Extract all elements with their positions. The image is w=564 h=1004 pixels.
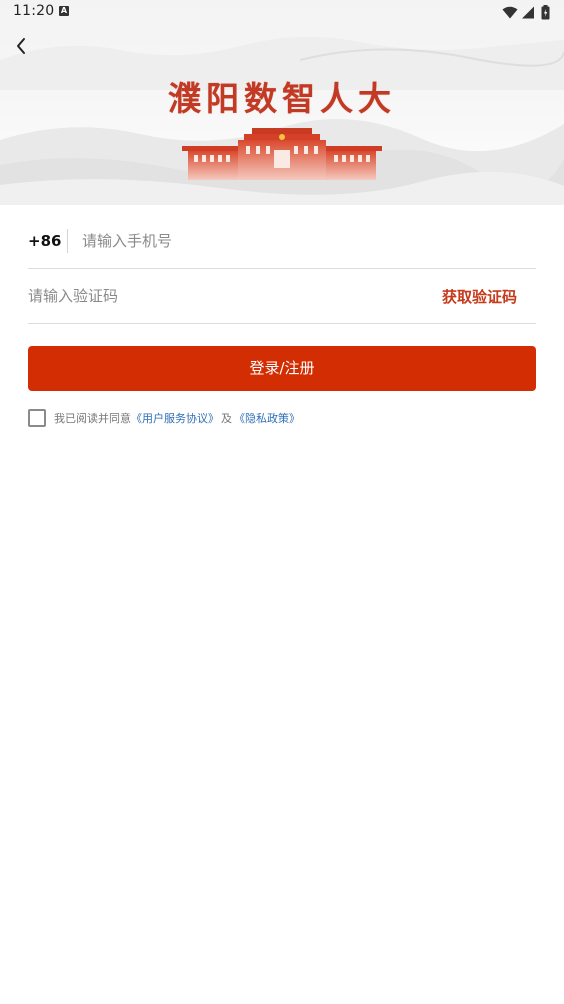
- verification-code-row: 获取验证码: [28, 269, 536, 324]
- country-code-divider: [67, 229, 68, 253]
- login-register-button[interactable]: 登录/注册: [28, 346, 536, 391]
- agreement-row: 我已阅读并同意 《用户服务协议》 及 《隐私政策》: [28, 408, 300, 428]
- app-title: 濮阳数智人大: [168, 79, 396, 118]
- wifi-icon: [502, 6, 518, 18]
- privacy-policy-link[interactable]: 《隐私政策》: [234, 410, 300, 426]
- phone-row: +86: [28, 214, 536, 269]
- verification-code-input[interactable]: [28, 281, 388, 311]
- chevron-left-icon: [17, 38, 25, 54]
- building-illustration: [182, 128, 382, 180]
- agreement-conjunction: 及: [221, 412, 232, 425]
- agreement-prefix: 我已阅读并同意: [54, 412, 131, 425]
- user-agreement-link[interactable]: 《用户服务协议》: [131, 410, 219, 426]
- country-code[interactable]: +86: [28, 232, 61, 250]
- battery-icon: [541, 4, 550, 19]
- phone-input[interactable]: [82, 226, 522, 256]
- get-verification-code-button[interactable]: 获取验证码: [442, 286, 517, 307]
- back-button[interactable]: [8, 32, 36, 60]
- agreement-checkbox[interactable]: [28, 409, 46, 427]
- a-box-icon: A: [59, 6, 69, 16]
- cell-signal-icon: [522, 6, 534, 18]
- header-banner: 濮阳数智人大: [0, 0, 564, 205]
- status-bar: 11:20 A: [0, 0, 564, 24]
- status-icons: [502, 4, 550, 20]
- status-time: 11:20: [13, 3, 55, 19]
- login-form: +86 获取验证码: [28, 214, 536, 324]
